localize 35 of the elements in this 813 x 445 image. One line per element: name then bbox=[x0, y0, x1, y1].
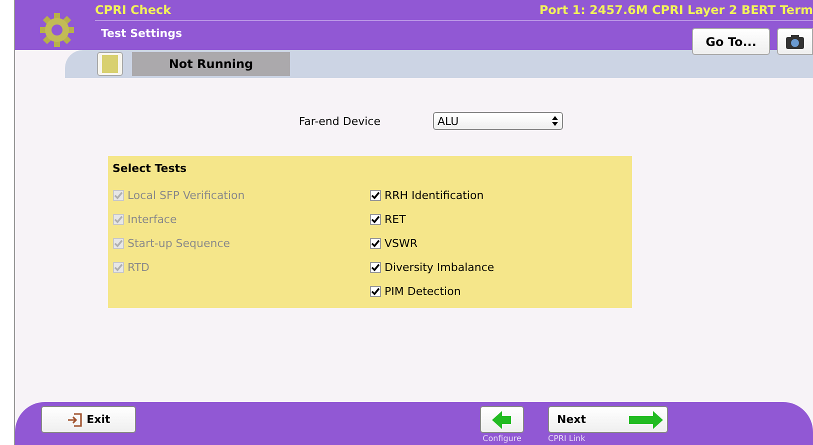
page-title: Test Settings bbox=[101, 27, 184, 40]
checkbox-label: VSWR bbox=[384, 236, 418, 250]
checkbox[interactable] bbox=[370, 214, 380, 224]
checkbox[interactable] bbox=[370, 238, 380, 248]
checkbox[interactable] bbox=[370, 190, 380, 200]
field-label: Far-end Device bbox=[298, 114, 380, 128]
camera-button[interactable] bbox=[777, 28, 813, 55]
checkbox-label: RET bbox=[384, 212, 406, 226]
checkbox-label: Start-up Sequence bbox=[128, 236, 230, 250]
checkbox-label: PIM Detection bbox=[384, 284, 461, 298]
checkbox[interactable] bbox=[370, 262, 380, 272]
app-title: CPRI Check bbox=[95, 3, 172, 17]
checkbox-label: Local SFP Verification bbox=[128, 188, 245, 202]
checkbox-label: Diversity Imbalance bbox=[384, 260, 494, 274]
exit-button[interactable]: Exit bbox=[41, 406, 136, 433]
panel-title: Select Tests bbox=[112, 162, 188, 175]
exit-icon bbox=[66, 412, 83, 428]
status-label: Not Running bbox=[132, 52, 290, 76]
camera-icon bbox=[785, 34, 805, 50]
note-button[interactable] bbox=[97, 52, 123, 76]
device-dropdown[interactable]: ALU bbox=[432, 112, 562, 130]
port-info: Port 1: 2457.6M CPRI Layer 2 BERT Term bbox=[539, 3, 813, 17]
checkbox[interactable] bbox=[370, 286, 380, 296]
checkbox-label: RTD bbox=[128, 260, 150, 274]
back-caption: Configure bbox=[482, 434, 522, 443]
left-arrow-icon bbox=[492, 410, 512, 428]
right-arrow-icon bbox=[629, 410, 663, 428]
checkbox-label: RRH Identification bbox=[384, 188, 484, 202]
goto-button[interactable]: Go To... bbox=[692, 28, 770, 55]
updown-arrows-icon bbox=[552, 116, 558, 126]
gear-icon[interactable] bbox=[39, 12, 75, 48]
checkbox-label: Interface bbox=[128, 212, 177, 226]
back-button[interactable] bbox=[480, 406, 524, 433]
next-button[interactable]: Next bbox=[548, 406, 668, 433]
next-caption: CPRI Link bbox=[548, 434, 586, 443]
